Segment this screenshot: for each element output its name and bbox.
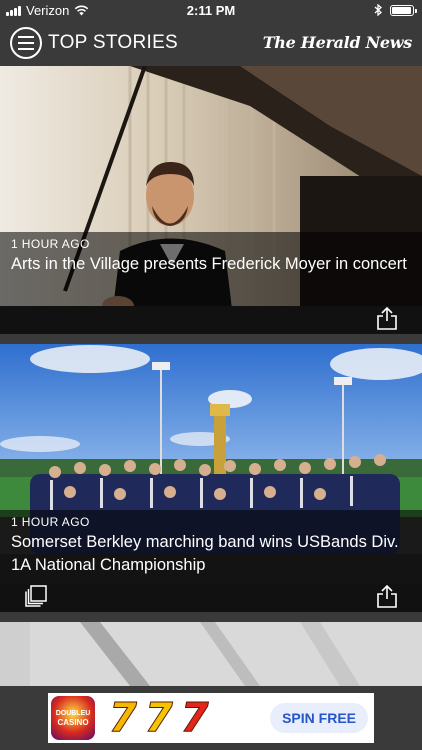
story-card[interactable]: 1 HOUR AGO Somerset Berkley marching ban… [0,344,422,612]
story-headline[interactable]: Arts in the Village presents Frederick M… [11,253,411,276]
slot-sevens: 7 7 7 [109,695,210,741]
hamburger-menu-icon[interactable] [10,27,42,59]
casino-logo-line1: DOUBLEU [55,709,91,717]
story-card[interactable]: 1 HOUR AGO Arts in the Village presents … [0,66,422,334]
masthead-logo[interactable]: The Herald News [263,33,413,52]
share-icon[interactable] [376,584,398,608]
story-timestamp: 1 HOUR AGO [11,515,90,529]
story-card[interactable] [0,622,422,686]
status-bar: Verizon 2:11 PM [0,0,422,22]
status-right [374,4,417,16]
gallery-icon[interactable] [24,584,48,608]
slot-seven: 7 [144,695,173,741]
battery-level [392,6,411,14]
story-image-texture [0,622,422,686]
casino-logo: DOUBLEU CASINO [51,696,95,740]
slot-seven: 7 [180,695,209,741]
story-action-bar [0,584,422,612]
story-caption: 1 HOUR AGO Somerset Berkley marching ban… [0,510,422,584]
section-title: TOP STORIES [48,32,179,53]
ad-banner-area: DOUBLEU CASINO 7 7 7 SPIN FREE [0,686,422,750]
bluetooth-icon [374,4,382,16]
story-caption: 1 HOUR AGO Arts in the Village presents … [0,232,422,306]
status-time: 2:11 PM [186,3,236,18]
casino-ad-banner[interactable]: DOUBLEU CASINO 7 7 7 SPIN FREE [48,693,374,743]
slot-seven: 7 [109,695,138,741]
spin-free-button[interactable]: SPIN FREE [270,703,368,733]
story-headline[interactable]: Somerset Berkley marching band wins USBa… [11,531,411,577]
battery-icon [390,4,417,16]
top-navigation-bar: TOP STORIES The Herald News [0,22,422,66]
casino-logo-line2: CASINO [57,717,89,727]
story-action-bar [0,306,422,334]
story-timestamp: 1 HOUR AGO [11,237,90,251]
share-icon[interactable] [376,306,398,330]
